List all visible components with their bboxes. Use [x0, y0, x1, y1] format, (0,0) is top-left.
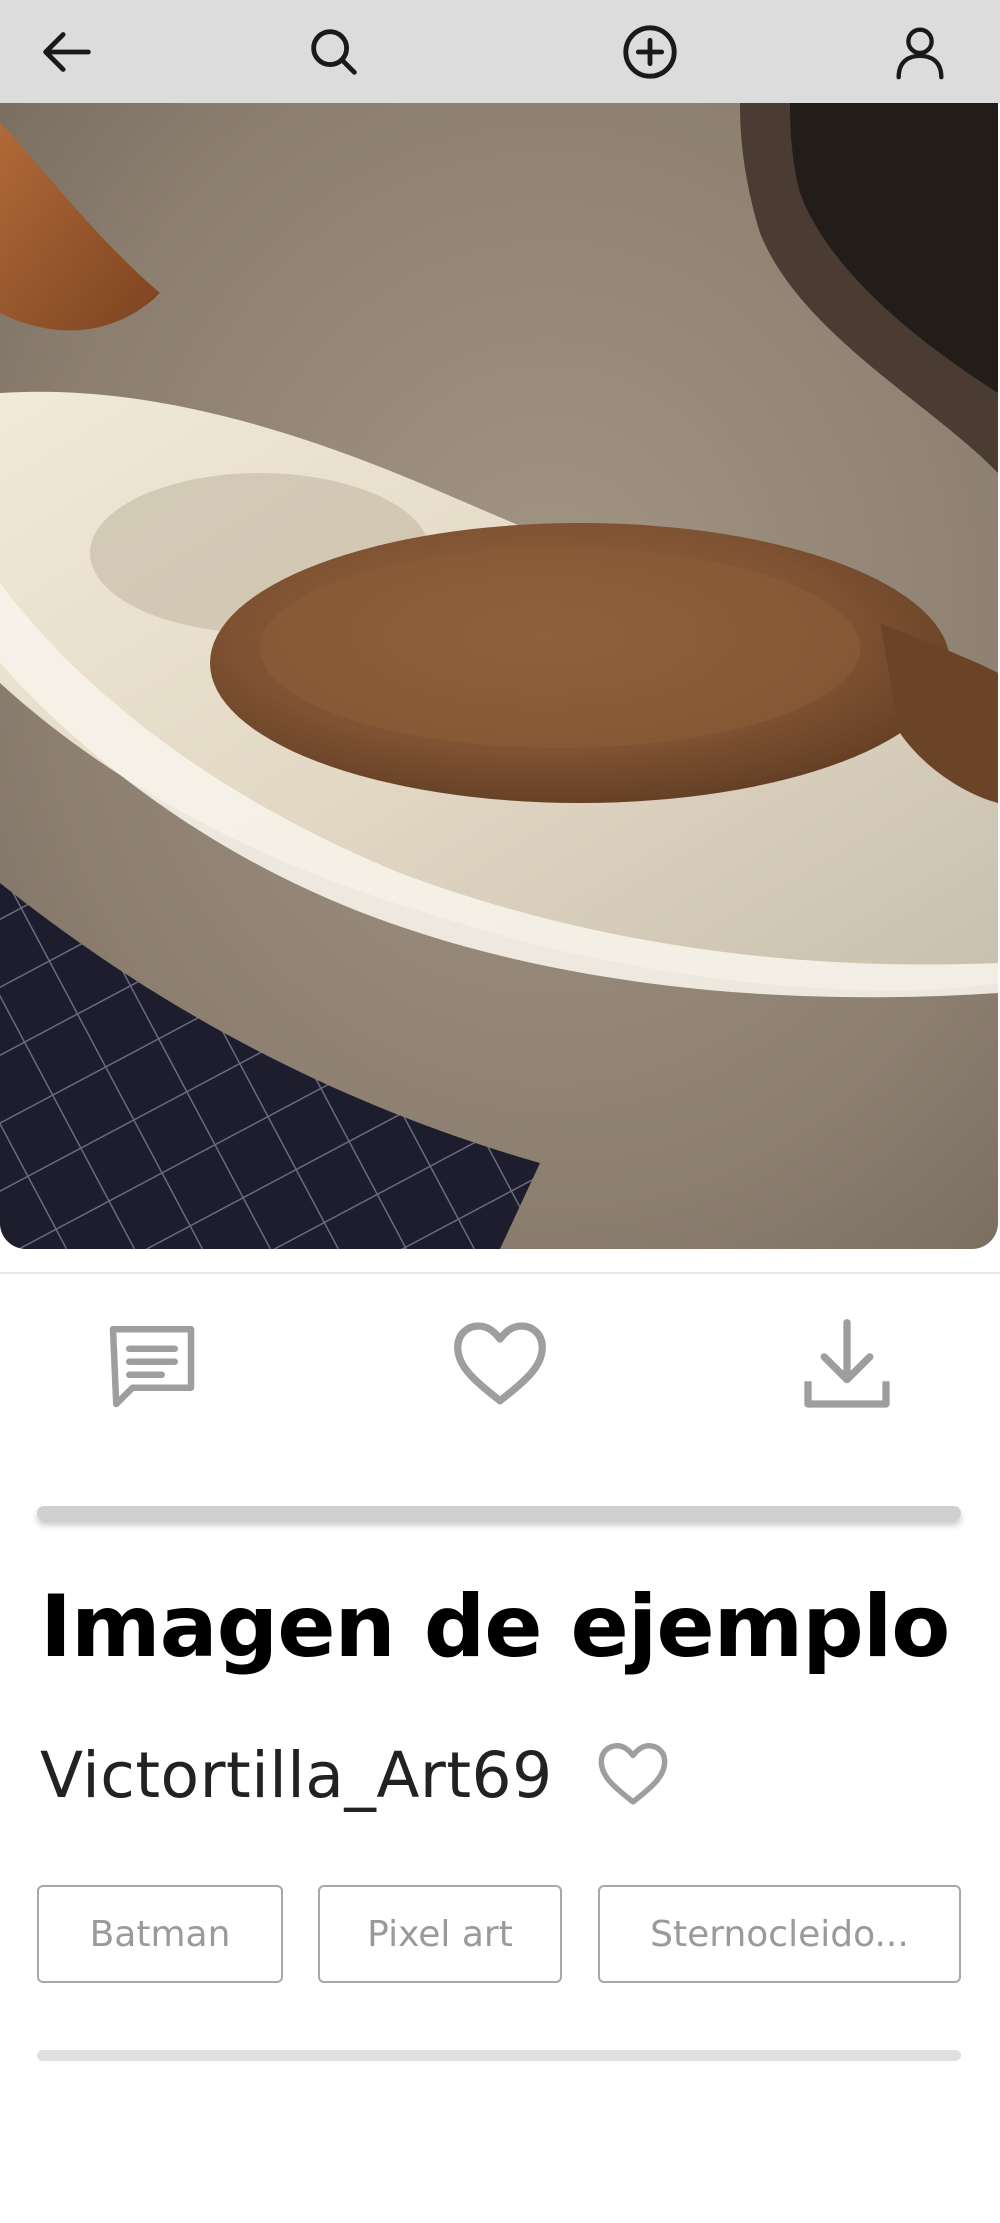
back-button[interactable] — [33, 18, 101, 86]
add-circle-icon — [623, 25, 677, 79]
author-row: Victortilla_Art69 — [40, 1730, 673, 1820]
like-button[interactable] — [445, 1310, 555, 1420]
add-button[interactable] — [616, 18, 684, 86]
search-icon — [311, 29, 357, 75]
heart-icon — [598, 1743, 668, 1805]
spoon-photo — [0, 103, 998, 1249]
author-name[interactable]: Victortilla_Art69 — [40, 1739, 553, 1812]
tag-chip[interactable]: Batman — [37, 1885, 283, 1983]
follow-author-button[interactable] — [593, 1735, 673, 1815]
post-title: Imagen de ejemplo — [40, 1577, 950, 1677]
comment-icon — [109, 1326, 195, 1408]
back-icon — [43, 32, 91, 72]
profile-button[interactable] — [886, 18, 954, 86]
search-button[interactable] — [300, 18, 368, 86]
post-image[interactable] — [0, 103, 998, 1249]
top-navigation-bar — [0, 0, 1000, 103]
download-icon — [804, 1319, 890, 1408]
bottom-divider — [37, 2050, 961, 2061]
tag-chip[interactable]: Pixel art — [318, 1885, 562, 1983]
comment-button[interactable] — [97, 1310, 207, 1420]
section-divider — [37, 1506, 961, 1520]
tag-chip[interactable]: Sternocleido... — [598, 1885, 961, 1983]
download-button[interactable] — [792, 1310, 902, 1420]
heart-icon — [454, 1322, 546, 1405]
profile-icon — [896, 27, 944, 80]
tag-list: Batman Pixel art Sternocleido... — [37, 1885, 963, 1983]
image-bottom-separator — [0, 1272, 1000, 1274]
